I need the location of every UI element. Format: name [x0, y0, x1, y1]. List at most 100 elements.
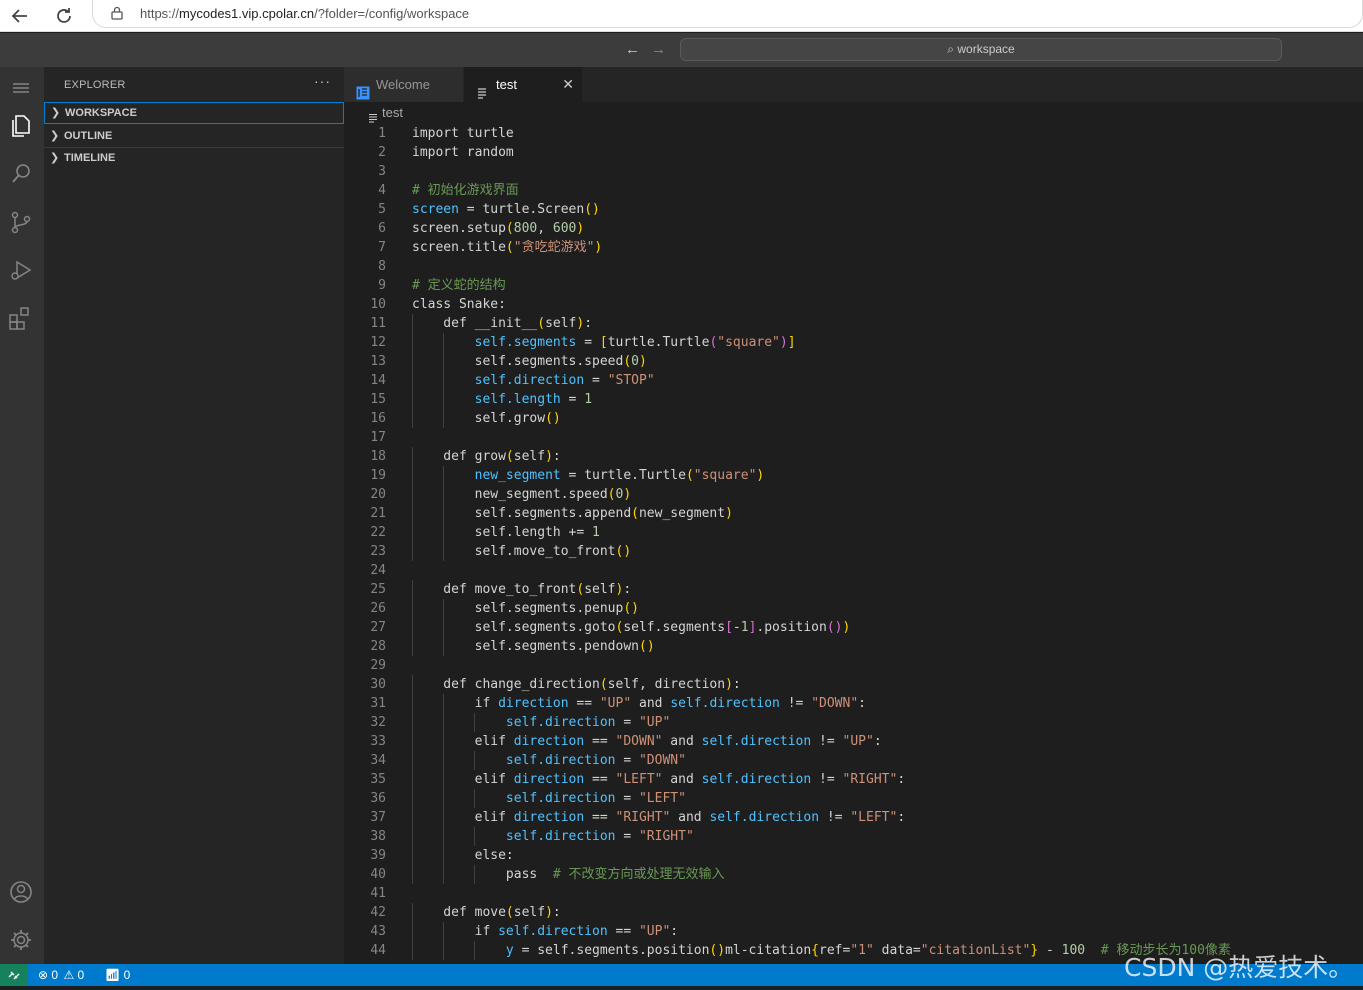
code-line[interactable]: 34 self.direction = "DOWN": [344, 751, 1363, 770]
explorer-files-icon[interactable]: [6, 110, 36, 140]
back-arrow-icon[interactable]: [8, 4, 32, 28]
line-number: 37: [370, 810, 386, 825]
code-text: self.grow(): [412, 411, 561, 426]
code-line[interactable]: 15 self.length = 1: [344, 390, 1363, 409]
line-number: 4: [378, 183, 386, 198]
code-line[interactable]: 38 self.direction = "RIGHT": [344, 827, 1363, 846]
code-line[interactable]: 18 def grow(self):: [344, 447, 1363, 466]
section-timeline[interactable]: ❯ TIMELINE: [44, 147, 344, 169]
code-editor[interactable]: 1 import turtle 2 import random 3 4 # 初始化游戏界面 5…: [344, 124, 1363, 964]
code-line[interactable]: 30 def change_direction(self, direction)…: [344, 675, 1363, 694]
line-number: 1: [378, 126, 386, 141]
indent-guide: [412, 390, 413, 409]
code-line[interactable]: 9 # 定义蛇的结构: [344, 276, 1363, 295]
reload-icon[interactable]: [52, 4, 76, 28]
code-line[interactable]: 3: [344, 162, 1363, 181]
code-line[interactable]: 12 self.segments = [turtle.Turtle("squar…: [344, 333, 1363, 352]
code-line[interactable]: 26 self.segments.penup(): [344, 599, 1363, 618]
section-outline[interactable]: ❯ OUTLINE: [44, 125, 344, 147]
code-line[interactable]: 14 self.direction = "STOP": [344, 371, 1363, 390]
code-line[interactable]: 5 screen = turtle.Screen(): [344, 200, 1363, 219]
code-line[interactable]: 17: [344, 428, 1363, 447]
code-line[interactable]: 43 if self.direction == "UP":: [344, 922, 1363, 941]
csdn-watermark: CSDN @热爱技术。: [1124, 953, 1354, 982]
indent-guide: [412, 941, 413, 960]
code-text: self.segments.goto(self.segments[-1].pos…: [412, 620, 851, 635]
settings-gear-icon[interactable]: [6, 925, 36, 955]
code-line[interactable]: 6 screen.setup(800, 600): [344, 219, 1363, 238]
line-number: 42: [370, 905, 386, 920]
code-line[interactable]: 32 self.direction = "UP": [344, 713, 1363, 732]
code-line[interactable]: 37 elif direction == "RIGHT" and self.di…: [344, 808, 1363, 827]
code-line[interactable]: 35 elif direction == "LEFT" and self.dir…: [344, 770, 1363, 789]
more-actions-icon[interactable]: ···: [314, 73, 331, 89]
code-line[interactable]: 2 import random: [344, 143, 1363, 162]
warning-icon: ⚠: [63, 968, 75, 982]
code-line[interactable]: 11 def __init__(self):: [344, 314, 1363, 333]
code-line[interactable]: 41: [344, 884, 1363, 903]
explorer-sidebar: EXPLORER ··· ❯ WORKSPACE ❯ OUTLINE ❯ TIM…: [44, 67, 344, 964]
code-text: if direction == "UP" and self.direction …: [412, 696, 866, 711]
code-text: self.segments.speed(0): [412, 354, 647, 369]
code-line[interactable]: 8: [344, 257, 1363, 276]
go-back-icon[interactable]: ←: [625, 41, 640, 58]
code-line[interactable]: 19 new_segment = turtle.Turtle("square"): [344, 466, 1363, 485]
indent-guide: [412, 789, 413, 808]
code-line[interactable]: 7 screen.title("贪吃蛇游戏"): [344, 238, 1363, 257]
extensions-icon[interactable]: [6, 303, 36, 333]
code-line[interactable]: 42 def move(self):: [344, 903, 1363, 922]
line-number: 2: [378, 145, 386, 160]
code-line[interactable]: 20 new_segment.speed(0): [344, 485, 1363, 504]
code-line[interactable]: 10 class Snake:: [344, 295, 1363, 314]
ports-indicator[interactable]: 📶︎ 0: [105, 964, 130, 986]
indent-guide: [443, 504, 445, 523]
line-number: 14: [370, 373, 386, 388]
code-text: self.segments.pendown(): [412, 639, 655, 654]
url-path: /?folder=/config/workspace: [314, 6, 470, 21]
code-line[interactable]: 39 else:: [344, 846, 1363, 865]
source-control-icon[interactable]: [6, 207, 36, 237]
remote-indicator-icon[interactable]: [0, 964, 28, 986]
menu-icon[interactable]: [6, 73, 36, 103]
problems-indicator[interactable]: ⊗ 0 ⚠ 0: [38, 964, 84, 986]
code-line[interactable]: 23 self.move_to_front(): [344, 542, 1363, 561]
code-line[interactable]: 22 self.length += 1: [344, 523, 1363, 542]
tab-test[interactable]: test ✕: [464, 67, 582, 102]
code-line[interactable]: 36 self.direction = "LEFT": [344, 789, 1363, 808]
search-icon[interactable]: [6, 159, 36, 189]
line-number: 8: [378, 259, 386, 274]
code-line[interactable]: 21 self.segments.append(new_segment): [344, 504, 1363, 523]
code-line[interactable]: 24: [344, 561, 1363, 580]
code-line[interactable]: 40 pass # 不改变方向或处理无效输入: [344, 865, 1363, 884]
code-line[interactable]: 16 self.grow(): [344, 409, 1363, 428]
error-icon: ⊗: [38, 968, 49, 982]
indent-guide: [474, 865, 476, 884]
command-center-search[interactable]: ⌕ workspace: [680, 38, 1282, 61]
code-line[interactable]: 29: [344, 656, 1363, 675]
code-line[interactable]: 27 self.segments.goto(self.segments[-1].…: [344, 618, 1363, 637]
line-number: 24: [370, 563, 386, 578]
tab-welcome[interactable]: Welcome: [344, 67, 464, 102]
search-icon: ⌕: [947, 42, 955, 56]
section-workspace[interactable]: ❯ WORKSPACE: [44, 102, 344, 124]
indent-guide: [412, 903, 413, 922]
account-icon[interactable]: [6, 877, 36, 907]
url-text[interactable]: https://mycodes1.vip.cpolar.cn/?folder=/…: [140, 6, 469, 21]
code-line[interactable]: 33 elif direction == "DOWN" and self.dir…: [344, 732, 1363, 751]
breadcrumb[interactable]: test: [344, 102, 1363, 124]
code-line[interactable]: 4 # 初始化游戏界面: [344, 181, 1363, 200]
url-prefix: https://: [140, 6, 180, 21]
indent-guide: [443, 637, 445, 656]
code-line[interactable]: 25 def move_to_front(self):: [344, 580, 1363, 599]
code-line[interactable]: 13 self.segments.speed(0): [344, 352, 1363, 371]
close-icon[interactable]: ✕: [562, 67, 574, 102]
indent-guide: [443, 485, 445, 504]
chevron-right-icon: ❯: [50, 152, 60, 164]
code-line[interactable]: 1 import turtle: [344, 124, 1363, 143]
indent-guide: [443, 827, 445, 846]
code-line[interactable]: 31 if direction == "UP" and self.directi…: [344, 694, 1363, 713]
line-number: 20: [370, 487, 386, 502]
code-line[interactable]: 28 self.segments.pendown(): [344, 637, 1363, 656]
go-forward-icon[interactable]: →: [651, 41, 666, 58]
run-debug-icon[interactable]: [6, 255, 36, 285]
